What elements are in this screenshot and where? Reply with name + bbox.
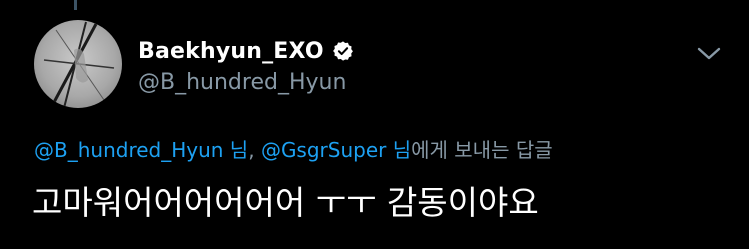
user-handle[interactable]: @B_hundred_Hyun: [138, 70, 346, 95]
thread-connector-line: [74, 0, 77, 10]
reply-mention-link[interactable]: @GsgrSuper 님: [261, 138, 411, 162]
chevron-down-icon[interactable]: [695, 44, 723, 64]
tweet-text: 고마워어어어어어어 ㅜㅜ 감동이야요: [32, 183, 539, 222]
replying-to-line: @B_hundred_Hyun 님, @GsgrSuper 님에게 보내는 답글: [34, 134, 553, 163]
reply-suffix: 에게 보내는 답글: [411, 138, 553, 162]
tweet-card: Baekhyun_EXO @B_hundred_Hyun @B_hundred_…: [0, 0, 749, 249]
verified-badge-icon: [332, 40, 354, 62]
display-name[interactable]: Baekhyun_EXO: [138, 39, 324, 64]
name-row: Baekhyun_EXO: [138, 36, 354, 66]
avatar[interactable]: [34, 20, 122, 108]
reply-separator: ,: [248, 138, 261, 162]
avatar-image: [34, 20, 122, 108]
reply-mention-link[interactable]: @B_hundred_Hyun 님: [34, 138, 248, 162]
